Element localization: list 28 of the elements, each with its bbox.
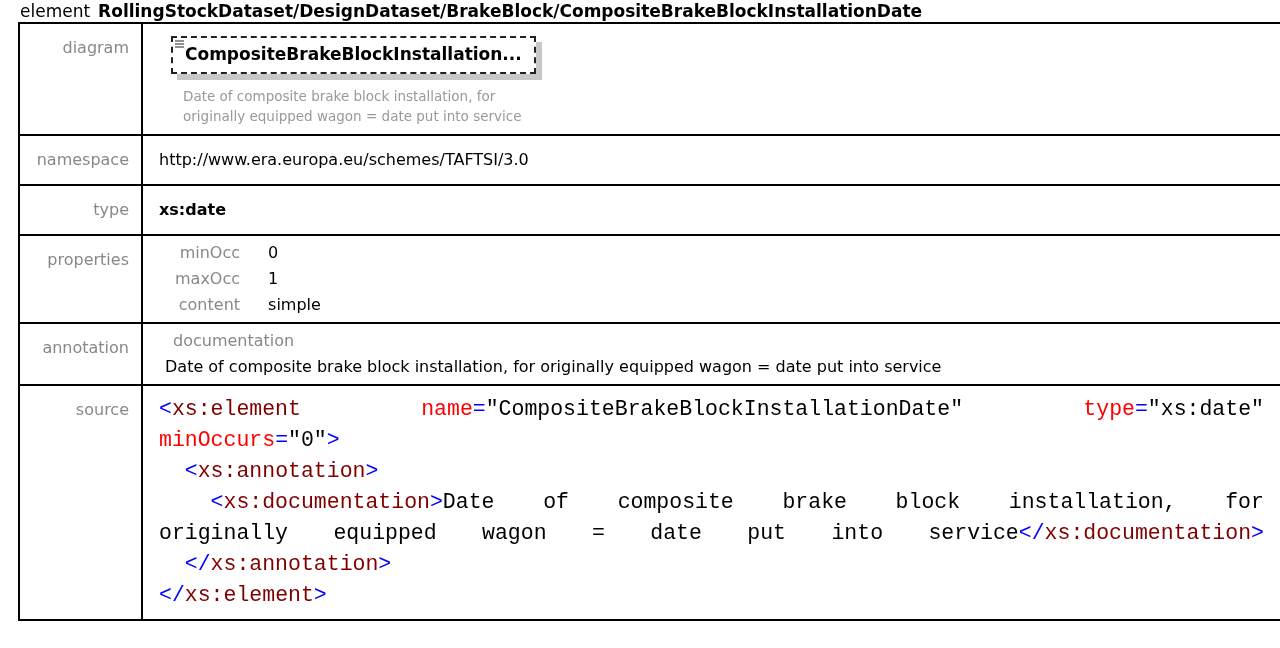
namespace-value: http://www.era.europa.eu/schemes/TAFTSI/3.0 [159,149,529,169]
row-label: annotation [42,337,129,357]
annotation-text: Date of composite brake block installation, for originally equipped wagon = date put into service [165,355,942,378]
code-line: <xs:annotation> [183,457,379,485]
code-line: </xs:element> [159,581,327,609]
row-label: type [93,199,129,219]
property-value: 0 [268,241,280,264]
code-line: </xs:annotation> [183,550,392,578]
row-label: properties [47,249,129,269]
property-value: simple [268,293,321,316]
heading-label: element [20,0,91,22]
element-description: Date of composite brake block installation, for originally equipped wagon = date put into service [183,86,523,126]
row-label: source [75,399,129,419]
element-name: CompositeBrakeBlockInstallation... [185,44,522,64]
code-line: <xs:element name="CompositeBrakeBlockInstallationDate" type="xs:date" [159,395,1264,423]
type-value: xs:date [159,199,226,219]
code-line: minOccurs="0"> [159,426,340,454]
property-name: minOcc [178,241,241,264]
row-label: namespace [36,149,129,169]
property-name: maxOcc [175,267,241,290]
row-label: diagram [62,38,129,57]
code-line: <xs:documentation>Date of composite brake block installation, for [209,488,1264,516]
property-value: 1 [268,267,280,290]
lines-icon [175,40,184,48]
heading-path: RollingStockDataset/DesignDataset/BrakeBlock/CompositeBrakeBlockInstallationDate [98,0,923,22]
annotation-title: documentation [172,329,295,352]
code-line: originally equipped wagon = date put into service</xs:documentation> [159,519,1264,547]
property-name: content [177,293,241,316]
